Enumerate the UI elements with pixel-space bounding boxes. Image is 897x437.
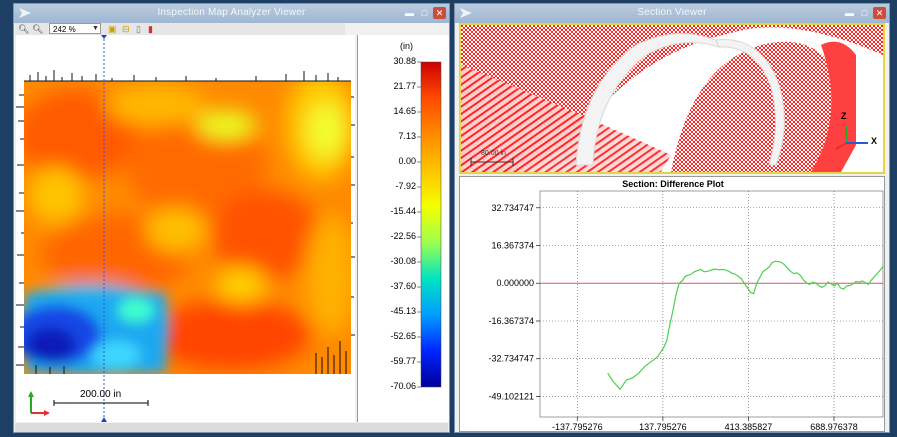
color-map-icon[interactable]: ▮ [148,23,153,35]
right-titlebar[interactable]: Section Viewer ▬ □ ✕ [455,4,889,23]
map-viewport[interactable]: 200.00 in [16,35,355,422]
difference-plot[interactable]: 32.734747 16.367374 0.000000 -16.367374 -32.… [460,177,884,431]
color-legend-panel: (in) 30.88 21.77 14.65 7.13 0.00 -7.92 -15.44-… [357,35,449,422]
inspection-map-window: Inspection Map Analyzer Viewer ▬ □ ✕ 🔍︎ … [13,3,450,433]
map-toolbar: 🔍︎ 🔍︎ 242 % ▼ ▣ ⊟ ▯ ▮ [15,23,345,35]
probe-icon[interactable]: ▯ [136,23,141,35]
y-tick-label: -49.102121 [488,391,534,401]
difference-series-line [607,260,884,391]
zoom-in-icon[interactable]: 🔍︎ [18,23,29,35]
minimize-icon[interactable]: ▬ [843,7,856,19]
heat-map [16,35,355,422]
section-tool-icon[interactable]: ⊟ [122,23,130,35]
legend-tick-label: -59.77 [390,356,416,366]
legend-tick-label: 0.00 [398,156,416,166]
point-cloud-render [461,25,883,172]
z-axis-label: Z [841,111,847,121]
close-icon[interactable]: ✕ [873,7,886,19]
left-status-bar [15,423,448,432]
legend-tick-label: -7.92 [395,181,416,191]
x-tick-label: 688.976378 [810,422,858,431]
maximize-icon[interactable]: □ [858,7,871,19]
legend-tick-label: 21.77 [393,81,416,91]
y-tick-label: 32.734747 [491,203,534,213]
fit-view-icon[interactable]: ▣ [108,23,117,35]
plot-frame [539,190,884,418]
section-viewer-window: Section Viewer ▬ □ ✕ 80.00 in Z X Sectio… [454,3,890,433]
y-tick-label: -32.734747 [488,354,534,364]
y-tick-label: 0.000000 [496,278,534,288]
y-tick-label: -16.367374 [488,316,534,326]
legend-tick-label: 7.13 [398,131,416,141]
left-window-title: Inspection Map Analyzer Viewer [157,7,306,18]
legend-tick-label: 14.65 [393,106,416,116]
x-tick-label: 137.795276 [639,422,687,431]
legend-tick-label: -15.44 [390,206,416,216]
close-icon[interactable]: ✕ [433,7,446,19]
right-window-title: Section Viewer [637,7,707,18]
view-scale-label: 80.00 in [481,150,506,157]
legend-tick-label: -70.06 [390,381,416,391]
legend-tick-label: 30.88 [393,56,416,66]
x-axis-label: X [871,136,878,146]
y-tick-label: 16.367374 [491,240,534,250]
chevron-down-icon[interactable]: ▼ [92,24,99,34]
minimize-icon[interactable]: ▬ [403,7,416,19]
x-tick-label: 413.385827 [725,422,773,431]
legend-gradient [420,61,442,388]
left-titlebar[interactable]: Inspection Map Analyzer Viewer ▬ □ ✕ [14,4,449,23]
scale-bar-label: 200.00 in [80,389,122,400]
legend-tick-label: -22.56 [390,231,416,241]
legend-tick-label: -52.65 [390,331,416,341]
legend-tick-label: -30.08 [390,256,416,266]
maximize-icon[interactable]: □ [418,7,431,19]
difference-plot-panel: Section: Difference Plot 32.734747 16.367… [459,176,885,432]
section-3d-view[interactable]: 80.00 in Z X [459,23,885,174]
legend-tick-label: -37.60 [390,281,416,291]
x-tick-label: -137.795276 [552,422,603,431]
zoom-out-icon[interactable]: 🔍︎ [32,23,43,35]
legend-tick-label: -45.13 [390,306,416,316]
